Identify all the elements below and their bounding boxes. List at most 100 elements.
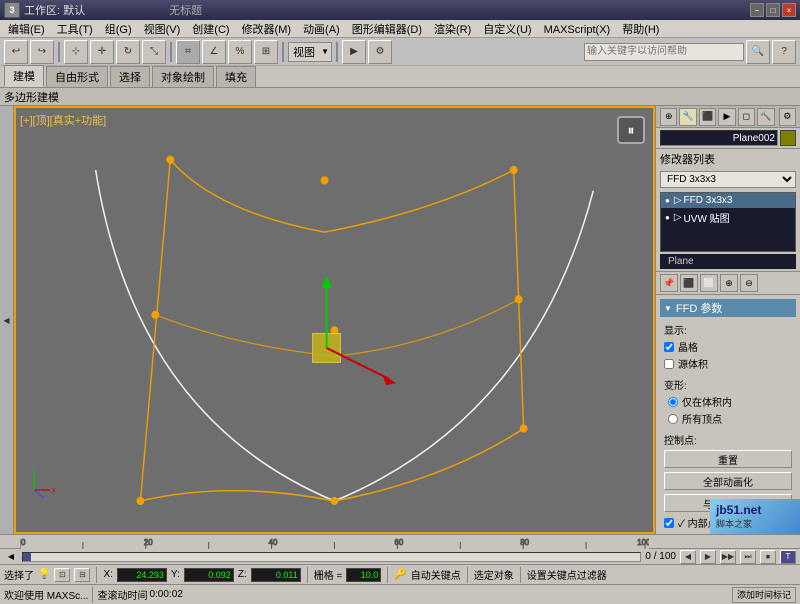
only-in-volume-radio[interactable] (668, 397, 678, 407)
y-input[interactable] (184, 568, 234, 582)
pause-button[interactable]: ⏸ (617, 116, 645, 144)
help-button[interactable]: ? (772, 40, 796, 64)
menu-item[interactable]: 修改器(M) (236, 23, 298, 37)
display-icon-btn[interactable]: ◻ (738, 108, 755, 126)
hierarchy-icon-btn[interactable]: ⬛ (699, 108, 716, 126)
tab-建模[interactable]: 建模 (4, 65, 44, 87)
menu-item[interactable]: 渲染(R) (428, 23, 477, 37)
app-title: 无标题 (169, 2, 202, 18)
maximize-button[interactable]: □ (766, 3, 780, 17)
menu-item[interactable]: 组(G) (99, 23, 138, 37)
object-name-input[interactable] (660, 130, 778, 146)
menu-item[interactable]: 帮助(H) (616, 23, 665, 37)
key-icon: 🔑 (394, 569, 406, 580)
minimize-button[interactable]: − (750, 3, 764, 17)
tab-对象绘制[interactable]: 对象绘制 (152, 66, 214, 87)
rp-more3[interactable]: ⊕ (720, 274, 738, 292)
viewport-dropdown-arrow: ▼ (321, 47, 329, 56)
sep2 (307, 567, 308, 583)
time-label: 查滚动时间 (97, 587, 147, 602)
svg-text:0: 0 (21, 537, 26, 546)
spinner-snap-button[interactable]: ⊞ (254, 40, 278, 64)
timeline-next-btn[interactable]: ▶▶ (720, 550, 736, 564)
reset-button[interactable]: 重置 (664, 450, 792, 468)
source-volume-checkbox[interactable] (664, 359, 674, 369)
menu-item[interactable]: 创建(C) (186, 23, 235, 37)
uvw-label: UVW 贴图 (684, 210, 730, 225)
rp-more4[interactable]: ⊖ (740, 274, 758, 292)
menu-item[interactable]: 图形编辑器(D) (346, 23, 428, 37)
lattice-checkbox[interactable] (664, 342, 674, 352)
tab-选择[interactable]: 选择 (110, 66, 150, 87)
help-search-button[interactable]: 🔍 (746, 40, 770, 64)
tab-填充[interactable]: 填充 (216, 66, 256, 87)
tab-自由形式[interactable]: 自由形式 (46, 66, 108, 87)
left-expand-button[interactable]: ◀ (0, 106, 14, 534)
toolbar-row1: ↩ ↪ ⊹ ✛ ↻ ⤡ ⌗ ∠ % ⊞ 视图 ▼ ▶ ⚙ 🔍 ? (0, 38, 800, 66)
menu-item[interactable]: MAXScript(X) (538, 23, 617, 37)
select-obj-label: 选定对象 (474, 567, 514, 582)
z-input[interactable] (251, 568, 301, 582)
render-btn[interactable]: ▶ (342, 40, 366, 64)
timeline-prev-btn[interactable]: ◀ (680, 550, 696, 564)
timeline-expand-btn[interactable]: ◀ (4, 552, 18, 561)
viewport-dropdown[interactable]: 视图 ▼ (288, 42, 332, 62)
undo-button[interactable]: ↩ (4, 40, 28, 64)
menu-item[interactable]: 工具(T) (51, 23, 99, 37)
modifier-item-ffd[interactable]: ● ▷ FFD 3x3x3 (661, 193, 795, 208)
create-icon-btn[interactable]: ⊕ (660, 108, 677, 126)
snap-button[interactable]: ⌗ (176, 40, 200, 64)
utilities-icon-btn[interactable]: 🔨 (757, 108, 774, 126)
rp-settings-btn[interactable]: ⚙ (779, 108, 796, 126)
timeline-mode-btn[interactable]: T (780, 550, 796, 564)
timeline-key-btn[interactable]: ⏹ (760, 550, 776, 564)
grid-input[interactable] (346, 568, 381, 582)
uvw-expand[interactable]: ▷ (674, 212, 682, 223)
modify-icon-btn[interactable]: 🔧 (679, 108, 696, 126)
percent-snap-button[interactable]: % (228, 40, 252, 64)
title-bar: 3 工作区: 默认 无标题 − □ × (0, 0, 800, 20)
collapse-arrow[interactable]: ▼ (664, 304, 672, 313)
select-button[interactable]: ⊹ (64, 40, 88, 64)
timeline-expand-icon: ◀ (8, 552, 14, 561)
rp-more2[interactable]: ⬜ (700, 274, 718, 292)
x-input[interactable] (117, 568, 167, 582)
modifier-item-uvw[interactable]: ● ▷ UVW 贴图 (661, 208, 795, 227)
only-in-volume-label: 仅在体积内 (682, 394, 732, 409)
move-button[interactable]: ✛ (90, 40, 114, 64)
animate-all-button[interactable]: 全部动画化 (664, 472, 792, 490)
close-button[interactable]: × (782, 3, 796, 17)
svg-text:60: 60 (394, 537, 403, 546)
menu-item[interactable]: 自定义(U) (477, 23, 537, 37)
menu-item[interactable]: 编辑(E) (2, 23, 51, 37)
help-search-input[interactable] (584, 43, 744, 61)
object-color-swatch[interactable] (780, 130, 796, 146)
redo-button[interactable]: ↪ (30, 40, 54, 64)
time-value: 0:00:02 (149, 589, 182, 600)
angle-snap-button[interactable]: ∠ (202, 40, 226, 64)
menu-item[interactable]: 动画(A) (297, 23, 346, 37)
timeline-end-btn[interactable]: ⏭ (740, 550, 756, 564)
rotate-button[interactable]: ↻ (116, 40, 140, 64)
ruler-svg: 0 20 40 60 80 100 (20, 535, 649, 549)
sep5 (520, 567, 521, 583)
rp-more1[interactable]: ⬛ (680, 274, 698, 292)
scale-button[interactable]: ⤡ (142, 40, 166, 64)
render-setup-btn[interactable]: ⚙ (368, 40, 392, 64)
timeline-thumb[interactable] (23, 553, 31, 561)
motion-icon-btn[interactable]: ▶ (718, 108, 735, 126)
pin-btn[interactable]: 📌 (660, 274, 678, 292)
timeline-slider[interactable] (22, 552, 641, 562)
viewport[interactable]: [+][顶][真实+功能] ⏸ (14, 106, 655, 534)
add-tag-button[interactable]: 添加时间标记 (732, 587, 796, 603)
menu-item[interactable]: 视图(V) (138, 23, 187, 37)
svg-text:20: 20 (144, 537, 153, 546)
status-btn2[interactable]: ⊟ (74, 568, 90, 582)
modifier-dropdown[interactable]: FFD 3x3x3 Bend Twist (660, 171, 796, 188)
status-btn1[interactable]: ⊡ (54, 568, 70, 582)
ffd-expand[interactable]: ▷ (674, 195, 682, 206)
timeline-play-btn[interactable]: ▶ (700, 550, 716, 564)
all-vertices-radio[interactable] (668, 414, 678, 424)
sep (92, 587, 93, 603)
inside-pts-checkbox[interactable] (664, 518, 674, 528)
